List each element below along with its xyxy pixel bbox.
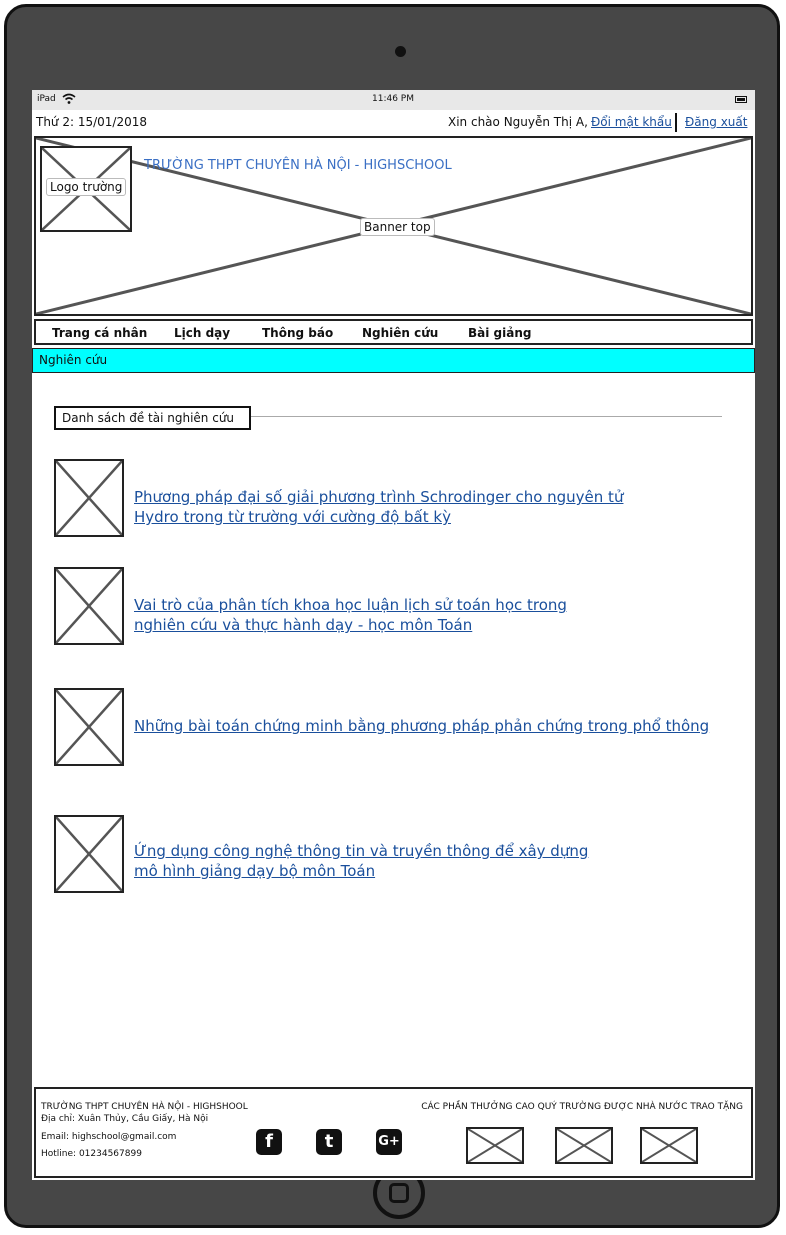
image-placeholder-icon [642,1129,696,1162]
topic-line: Những bài toán chứng minh bằng phương ph… [134,717,710,735]
facebook-icon[interactable]: f [256,1129,282,1155]
footer-address: Địa chỉ: Xuân Thủy, Cầu Giấy, Hà Nội [41,1114,209,1124]
home-button-inner [389,1183,409,1203]
greeting-text: Xin chào Nguyễn Thị A, [448,115,588,129]
status-bar: iPad 11:46 PM [32,90,755,110]
award-image [555,1127,613,1164]
footer: TRƯỜNG THPT CHUYÊN HÀ NỘI - HIGHSHOOL Đị… [34,1087,753,1178]
section-title: Danh sách đề tài nghiên cứu [54,406,251,430]
divider [675,113,677,132]
footer-awards-title: CÁC PHẦN THƯỞNG CAO QUÝ TRƯỜNG ĐƯỢC NHÀ … [421,1102,743,1112]
image-placeholder-icon [56,690,122,764]
screen: iPad 11:46 PM Thứ 2: 15/01/2018 Xin chào… [32,90,755,1180]
topic-link-1[interactable]: Phương pháp đại số giải phương trình Sch… [134,487,623,527]
image-placeholder-icon [56,461,122,535]
image-placeholder-icon [56,817,122,891]
topic-thumbnail[interactable] [54,815,124,893]
nav-item-research[interactable]: Nghiên cứu [362,326,438,340]
school-name: TRƯỜNG THPT CHUYÊN HÀ NỘI - HIGHSCHOOL [144,158,452,173]
topic-line: Hydro trong từ trường với cường độ bất k… [134,508,451,526]
nav-item-notifications[interactable]: Thông báo [262,326,333,340]
status-time: 11:46 PM [372,94,414,104]
footer-school-name: TRƯỜNG THPT CHUYÊN HÀ NỘI - HIGHSHOOL [41,1102,248,1112]
topic-link-3[interactable]: Những bài toán chứng minh bằng phương ph… [134,716,709,736]
topic-thumbnail[interactable] [54,688,124,766]
award-image [640,1127,698,1164]
school-logo: Logo trường [40,146,132,232]
footer-email: Email: highschool@gmail.com [41,1132,177,1142]
wifi-icon [62,93,76,104]
current-date: Thứ 2: 15/01/2018 [36,115,148,129]
image-placeholder-icon [557,1129,611,1162]
logout-link[interactable]: Đăng xuất [685,115,747,129]
nav-item-schedule[interactable]: Lịch dạy [174,326,230,340]
logo-label: Logo trường [46,178,127,196]
nav-item-lectures[interactable]: Bài giảng [468,326,531,340]
device-label: iPad [37,94,56,104]
banner-label: Banner top [360,218,435,236]
battery-icon [735,96,747,103]
topic-link-4[interactable]: Ứng dụng công nghệ thông tin và truyền t… [134,841,588,881]
image-placeholder-icon [468,1129,522,1162]
topic-line: nghiên cứu và thực hành dạy - học môn To… [134,616,473,634]
topic-line: mô hình giảng dạy bộ môn Toán [134,862,376,880]
topic-line: Vai trò của phân tích khoa học luận lịch… [134,596,567,614]
topic-thumbnail[interactable] [54,459,124,537]
tumblr-icon[interactable]: t [316,1129,342,1155]
change-password-link[interactable]: Đổi mật khẩu [591,115,672,129]
award-image [466,1127,524,1164]
nav-item-profile[interactable]: Trang cá nhân [52,326,147,340]
topic-line: Ứng dụng công nghệ thông tin và truyền t… [134,842,589,860]
topic-thumbnail[interactable] [54,567,124,645]
topic-line: Phương pháp đại số giải phương trình Sch… [134,488,624,506]
topic-link-2[interactable]: Vai trò của phân tích khoa học luận lịch… [134,595,567,635]
footer-hotline: Hotline: 01234567899 [41,1149,142,1159]
banner-top: Banner top Logo trường TRƯỜNG THPT CHUYÊ… [34,136,753,316]
image-placeholder-icon [56,569,122,643]
section-divider [251,416,722,417]
breadcrumb: Nghiên cứu [32,348,755,373]
main-nav: Trang cá nhân Lịch dạy Thông báo Nghiên … [34,319,753,345]
top-bar: Thứ 2: 15/01/2018 Xin chào Nguyễn Thị A,… [32,110,755,134]
google-plus-icon[interactable]: G+ [376,1129,402,1155]
camera-dot [395,46,406,57]
